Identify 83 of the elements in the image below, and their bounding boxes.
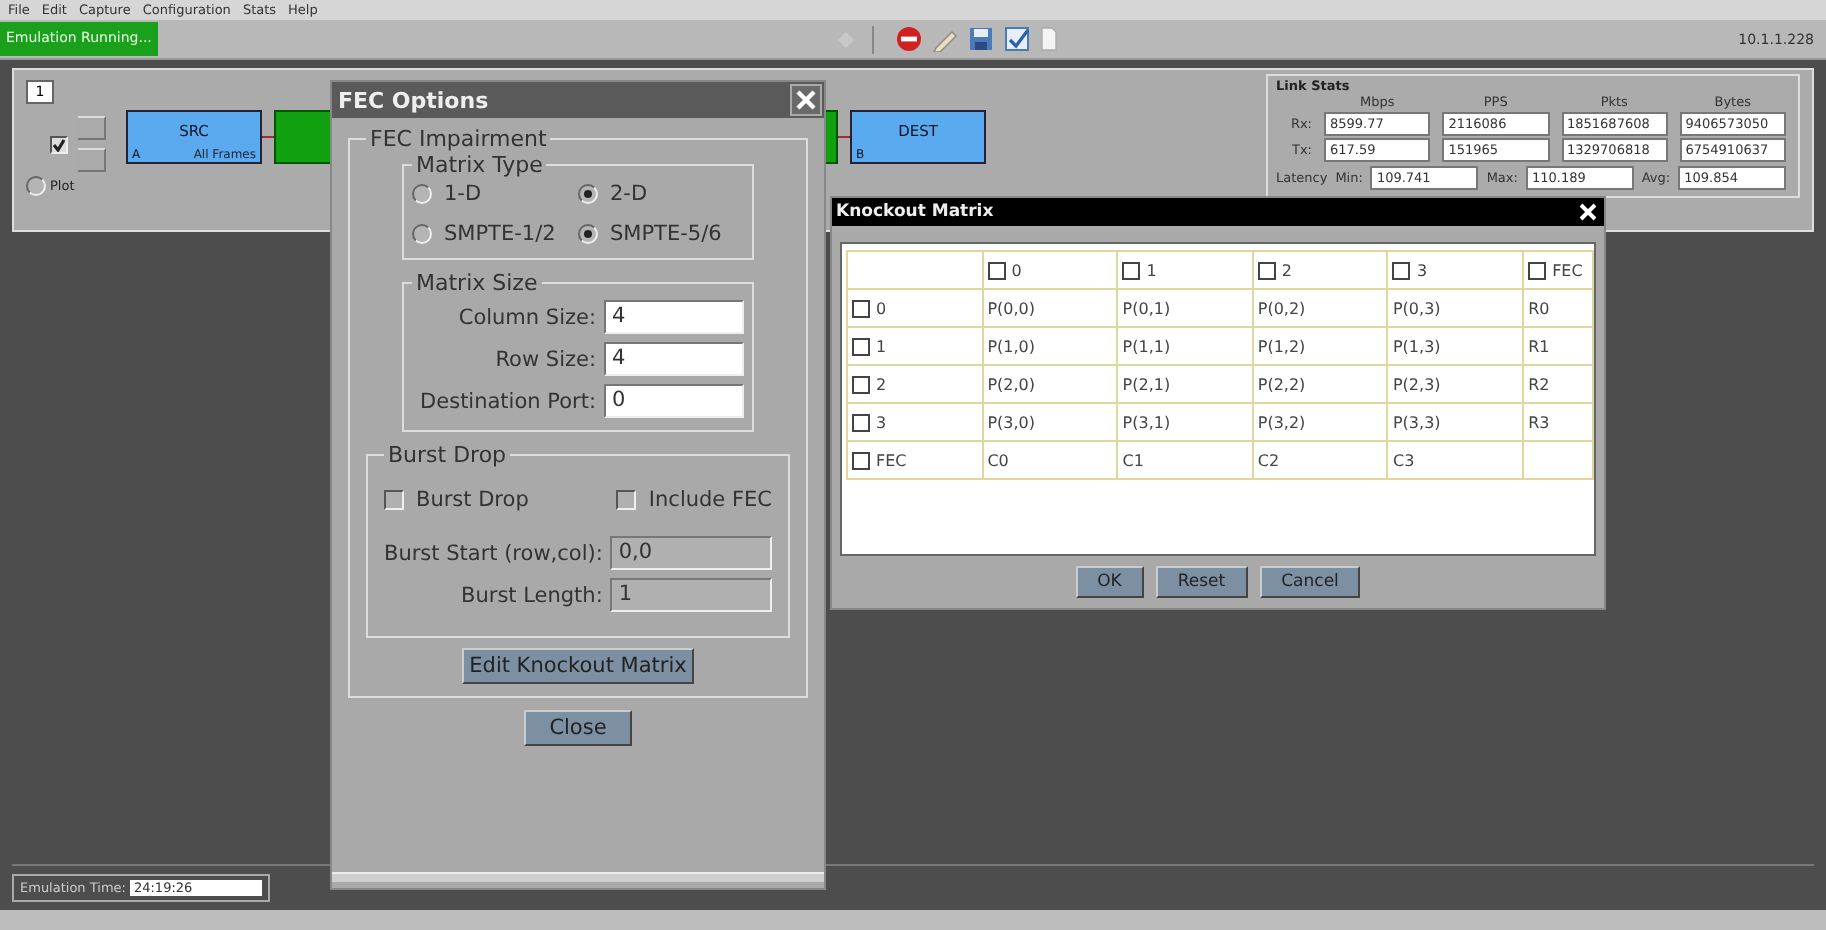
table-cell: P(0,2) xyxy=(1257,299,1306,317)
table-cell: P(0,1) xyxy=(1122,299,1171,317)
radio-label: SMPTE-1/2 xyxy=(444,222,556,246)
radio-label: SMPTE-5/6 xyxy=(610,222,722,246)
checkbox-label: 3 xyxy=(1416,261,1428,279)
table-cell: P(0,3) xyxy=(1392,299,1441,317)
checkbox[interactable] xyxy=(852,451,870,469)
checkbox[interactable] xyxy=(852,299,870,317)
dialog-button[interactable]: OK xyxy=(1075,566,1144,598)
table-cell: P(0,0) xyxy=(987,299,1035,317)
field-label: Column Size: xyxy=(456,305,596,329)
checkbox[interactable] xyxy=(1257,261,1276,279)
checkbox[interactable] xyxy=(1122,261,1141,279)
dialog-button[interactable]: Reset xyxy=(1155,566,1248,598)
table-cell: C1 xyxy=(1122,451,1144,469)
table-cell: C3 xyxy=(1392,451,1415,469)
group-title: Matrix Size xyxy=(414,270,540,296)
checkbox[interactable] xyxy=(852,413,870,431)
table-cell: P(1,0) xyxy=(987,337,1035,355)
small-button[interactable] xyxy=(78,116,106,140)
checkbox[interactable] xyxy=(1528,261,1547,279)
group-title: Matrix Type xyxy=(414,152,545,178)
save-icon[interactable] xyxy=(967,26,994,52)
checkbox-label: 0 xyxy=(876,299,887,317)
checkbox[interactable] xyxy=(987,261,1006,279)
checkbox[interactable] xyxy=(852,375,870,393)
checkbox-label: 1 xyxy=(1146,261,1157,279)
table-cell: P(3,0) xyxy=(987,413,1035,431)
table-cell: P(3,3) xyxy=(1392,413,1441,431)
table-cell: R1 xyxy=(1528,337,1550,355)
edit-matrix-button[interactable]: Edit Knockout Matrix xyxy=(461,648,695,684)
table-cell: R0 xyxy=(1528,299,1550,317)
input-field[interactable]: 4 xyxy=(604,300,744,334)
table-cell: C2 xyxy=(1257,451,1280,469)
field-label: Row Size: xyxy=(493,347,596,371)
checkbox-label: Include FEC xyxy=(648,488,772,512)
checkbox[interactable] xyxy=(852,337,870,355)
checkbox-label: 1 xyxy=(876,337,887,355)
table-cell: R2 xyxy=(1528,375,1550,393)
radio-label: 1-D xyxy=(444,182,482,206)
checkbox[interactable] xyxy=(616,490,637,510)
table-cell: P(2,3) xyxy=(1392,375,1441,393)
checkbox[interactable] xyxy=(384,490,404,510)
table-cell: P(1,3) xyxy=(1392,337,1441,355)
checkbox-label: 3 xyxy=(876,413,887,431)
table-cell: P(2,2) xyxy=(1257,375,1306,393)
checkbox[interactable] xyxy=(50,135,68,153)
impairment-node[interactable] xyxy=(274,110,334,164)
table-cell: C0 xyxy=(987,451,1009,469)
radio-label: 2-D xyxy=(610,182,648,206)
close-button[interactable]: Close xyxy=(523,710,633,746)
group-title: FEC Impairment xyxy=(368,126,549,152)
table-cell: R3 xyxy=(1528,413,1550,431)
checkbox-label: 2 xyxy=(1281,261,1292,279)
radio-button[interactable] xyxy=(412,184,432,204)
pencil-icon[interactable] xyxy=(931,26,958,52)
table-cell: P(1,1) xyxy=(1122,337,1171,355)
checkbox-label: FEC xyxy=(1552,261,1583,279)
radio-button[interactable] xyxy=(412,224,432,244)
checkbox-label: FEC xyxy=(876,451,907,469)
checkbox-label: 0 xyxy=(1011,261,1022,279)
field-label: Burst Length: xyxy=(459,583,603,607)
input-field[interactable]: 4 xyxy=(604,342,744,376)
table-cell: P(3,1) xyxy=(1122,413,1171,431)
dialog-title: FEC Options xyxy=(338,87,489,113)
field-label: Destination Port: xyxy=(418,389,596,413)
checkbox-label: 2 xyxy=(876,375,887,393)
field-label: Burst Start (row,col): xyxy=(384,541,603,565)
table-cell: P(1,2) xyxy=(1257,337,1306,355)
checkbox[interactable] xyxy=(1392,261,1411,279)
radio-button[interactable] xyxy=(578,224,598,244)
small-button[interactable] xyxy=(78,148,106,172)
radio-button[interactable] xyxy=(26,176,46,196)
table-cell: P(3,2) xyxy=(1257,413,1306,431)
dialog-title: Knockout Matrix xyxy=(836,202,994,222)
group-title: Burst Drop xyxy=(386,442,509,468)
radio-button[interactable] xyxy=(578,184,598,204)
table-cell: P(2,0) xyxy=(987,375,1035,393)
table-cell: P(2,1) xyxy=(1122,375,1171,393)
dialog-button[interactable]: Cancel xyxy=(1259,566,1361,598)
input-field[interactable]: 0 xyxy=(604,384,744,418)
stop-icon[interactable] xyxy=(895,26,922,52)
checkbox-label: Burst Drop xyxy=(416,488,529,512)
